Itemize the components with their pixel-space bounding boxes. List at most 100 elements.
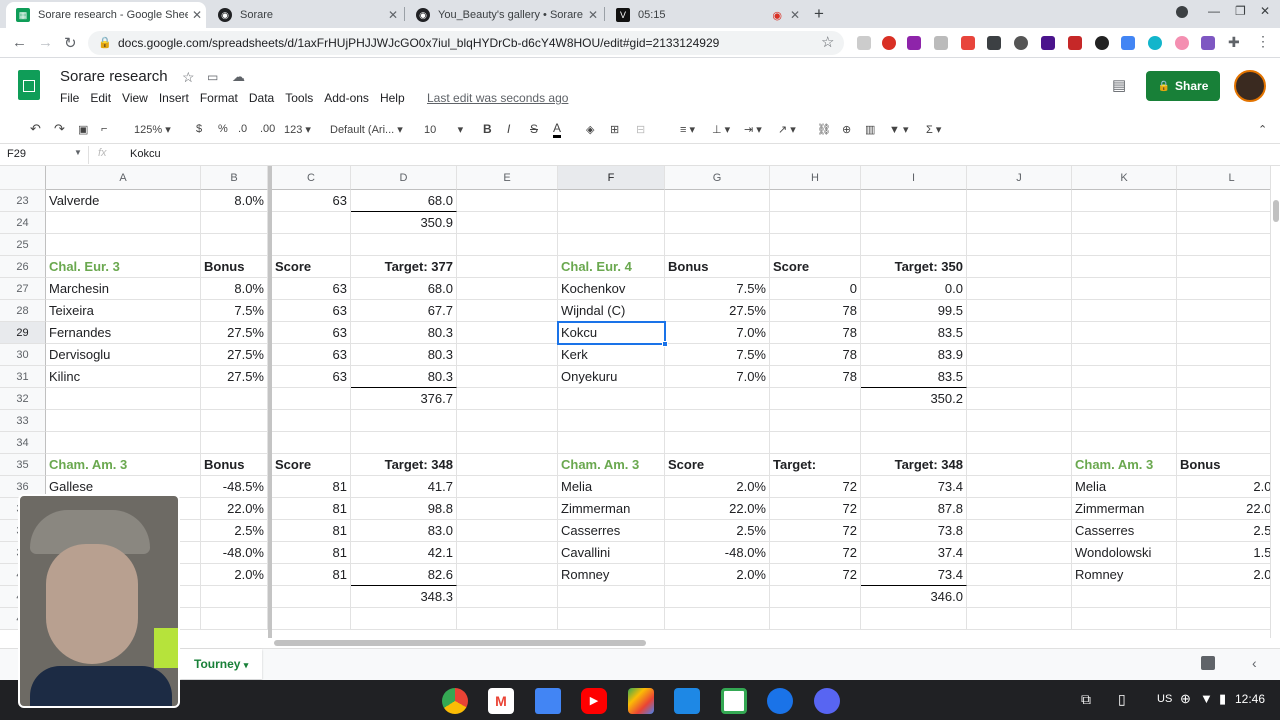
cell-a28[interactable]: Teixeira <box>46 300 201 322</box>
cell-f26[interactable]: Chal. Eur. 4 <box>558 256 665 278</box>
cell-h28[interactable]: 78 <box>770 300 861 322</box>
cell-f27[interactable]: Kochenkov <box>558 278 665 300</box>
cell-l39[interactable]: 1.5% <box>1177 542 1270 564</box>
cell-i36[interactable]: 73.4 <box>861 476 967 498</box>
cell-j25[interactable] <box>967 234 1072 256</box>
cell-f24[interactable] <box>558 212 665 234</box>
cell-f31[interactable]: Onyekuru <box>558 366 665 388</box>
cell-b33[interactable] <box>201 410 268 432</box>
cell-d42[interactable] <box>351 608 457 630</box>
row-header-31[interactable]: 31 <box>0 366 46 388</box>
cell-g35[interactable]: Score <box>665 454 770 476</box>
cell-l35[interactable]: Bonus <box>1177 454 1270 476</box>
cell-e30[interactable] <box>457 344 558 366</box>
cell-e24[interactable] <box>457 212 558 234</box>
cell-i40[interactable]: 73.4 <box>861 564 967 586</box>
cell-e36[interactable] <box>457 476 558 498</box>
cell-k34[interactable] <box>1072 432 1177 454</box>
last-edit-link[interactable]: Last edit was seconds ago <box>427 91 568 105</box>
cell-d40[interactable]: 82.6 <box>351 564 457 586</box>
undo-icon[interactable]: ↶ <box>30 121 41 137</box>
cell-i32[interactable]: 350.2 <box>861 388 967 410</box>
cell-l33[interactable] <box>1177 410 1270 432</box>
column-header-i[interactable]: I <box>861 166 967 190</box>
extension-icon[interactable] <box>1175 36 1189 50</box>
insert-comment-icon[interactable]: ⊕ <box>842 123 851 136</box>
cell-e41[interactable] <box>457 586 558 608</box>
cell-c23[interactable]: 63 <box>272 190 351 212</box>
cell-c39[interactable]: 81 <box>272 542 351 564</box>
cell-i42[interactable] <box>861 608 967 630</box>
menu-data[interactable]: Data <box>249 91 274 105</box>
cell-e35[interactable] <box>457 454 558 476</box>
cell-j41[interactable] <box>967 586 1072 608</box>
play-store-icon[interactable] <box>628 688 654 714</box>
cell-a24[interactable] <box>46 212 201 234</box>
spreadsheet-grid[interactable]: A B C D E F G H I J K L 23 Valverde 8.0% 63 68.0 24 350.9 2… <box>0 166 1270 638</box>
cell-d27[interactable]: 68.0 <box>351 278 457 300</box>
cell-g34[interactable] <box>665 432 770 454</box>
formula-input[interactable]: Kokcu <box>130 148 161 160</box>
cell-g23[interactable] <box>665 190 770 212</box>
cell-j32[interactable] <box>967 388 1072 410</box>
cell-e27[interactable] <box>457 278 558 300</box>
collapse-icon[interactable]: ⌃ <box>1258 123 1267 136</box>
cell-k24[interactable] <box>1072 212 1177 234</box>
select-all-corner[interactable] <box>0 166 46 190</box>
forward-icon[interactable]: → <box>38 34 53 51</box>
cell-e26[interactable] <box>457 256 558 278</box>
cell-k29[interactable] <box>1072 322 1177 344</box>
cell-i39[interactable]: 37.4 <box>861 542 967 564</box>
row-header-32[interactable]: 32 <box>0 388 46 410</box>
cell-k28[interactable] <box>1072 300 1177 322</box>
extension-icon[interactable] <box>1041 36 1055 50</box>
name-box[interactable]: F29 <box>7 148 26 160</box>
cell-j28[interactable] <box>967 300 1072 322</box>
cell-i27[interactable]: 0.0 <box>861 278 967 300</box>
share-button[interactable]: 🔒 Share <box>1146 71 1220 101</box>
cell-d29[interactable]: 80.3 <box>351 322 457 344</box>
cell-a26[interactable]: Chal. Eur. 3 <box>46 256 201 278</box>
maximize-icon[interactable]: ❐ <box>1235 4 1246 18</box>
cell-c35[interactable]: Score <box>272 454 351 476</box>
cell-b24[interactable] <box>201 212 268 234</box>
number-format-select[interactable]: 123 ▾ <box>284 123 311 136</box>
cell-k25[interactable] <box>1072 234 1177 256</box>
close-icon[interactable]: ✕ <box>384 8 402 22</box>
cell-c37[interactable]: 81 <box>272 498 351 520</box>
cell-e31[interactable] <box>457 366 558 388</box>
cell-g39[interactable]: -48.0% <box>665 542 770 564</box>
cell-g29[interactable]: 7.0% <box>665 322 770 344</box>
cell-h36[interactable]: 72 <box>770 476 861 498</box>
extension-icon[interactable] <box>1068 36 1082 50</box>
cell-g25[interactable] <box>665 234 770 256</box>
cell-a30[interactable]: Dervisoglu <box>46 344 201 366</box>
document-title[interactable]: Sorare research <box>60 68 168 85</box>
new-tab-icon[interactable]: + <box>814 4 824 24</box>
functions-icon[interactable]: Σ ▾ <box>926 123 941 136</box>
cell-a31[interactable]: Kilinc <box>46 366 201 388</box>
font-select[interactable]: Default (Ari... ▾ <box>330 123 403 136</box>
extension-icon[interactable] <box>1014 36 1028 50</box>
cell-c33[interactable] <box>272 410 351 432</box>
cell-b38[interactable]: 2.5% <box>201 520 268 542</box>
cell-a23[interactable]: Valverde <box>46 190 201 212</box>
row-header-26[interactable]: 26 <box>0 256 46 278</box>
menu-help[interactable]: Help <box>380 91 405 105</box>
tab-sorare[interactable]: ◉ Sorare ✕ <box>208 2 402 28</box>
tab-gallery[interactable]: ◉ You_Beauty's gallery • Sorare ✕ <box>406 2 602 28</box>
cell-d36[interactable]: 41.7 <box>351 476 457 498</box>
cell-j29[interactable] <box>967 322 1072 344</box>
menu-file[interactable]: File <box>60 91 79 105</box>
column-header-j[interactable]: J <box>967 166 1072 190</box>
cell-f34[interactable] <box>558 432 665 454</box>
row-header-34[interactable]: 34 <box>0 432 46 454</box>
cell-h40[interactable]: 72 <box>770 564 861 586</box>
cell-j30[interactable] <box>967 344 1072 366</box>
cell-b40[interactable]: 2.0% <box>201 564 268 586</box>
extension-icon[interactable] <box>1095 36 1109 50</box>
row-header-30[interactable]: 30 <box>0 344 46 366</box>
row-header-33[interactable]: 33 <box>0 410 46 432</box>
cell-h31[interactable]: 78 <box>770 366 861 388</box>
cell-f40[interactable]: Romney <box>558 564 665 586</box>
